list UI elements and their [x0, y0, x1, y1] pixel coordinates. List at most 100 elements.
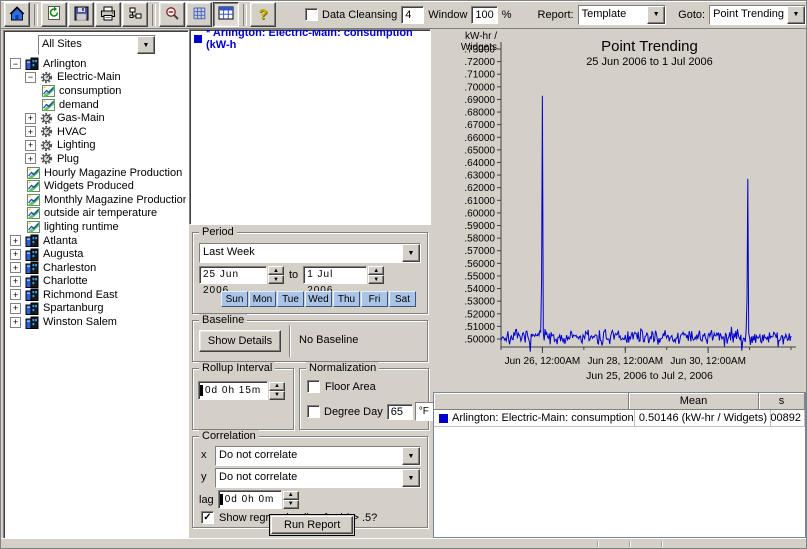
tree-item-electric-main[interactable]: −Electric-Main — [6, 71, 186, 85]
zoom-out-button[interactable] — [159, 2, 185, 27]
hierarchy-button[interactable] — [122, 2, 148, 27]
tree-item-lighting[interactable]: +Lighting — [6, 139, 186, 153]
grid-button[interactable] — [186, 2, 212, 27]
expand-box-icon[interactable]: + — [10, 235, 21, 246]
tree-item-gas-main[interactable]: +Gas-Main — [6, 111, 186, 125]
refresh-button[interactable] — [41, 2, 67, 27]
stats-row[interactable]: Arlington: Electric-Main: consumption0.5… — [434, 410, 805, 427]
spin-down-icon[interactable]: ▼ — [368, 275, 384, 284]
report-select[interactable]: Template ▼ — [578, 5, 667, 25]
spin-down-icon[interactable]: ▼ — [269, 391, 285, 400]
expand-box-icon[interactable]: + — [25, 113, 36, 124]
show-details-button[interactable]: Show Details — [199, 330, 281, 352]
tree-item-plug[interactable]: +Plug — [6, 152, 186, 166]
svg-text:.64000: .64000 — [464, 158, 495, 169]
day-toggle-sun[interactable]: Sun — [221, 291, 248, 307]
day-toggle-mon[interactable]: Mon — [249, 291, 276, 307]
tree-item-label: Winston Salem — [43, 316, 117, 328]
svg-text:.55000: .55000 — [464, 271, 495, 282]
svg-text:.50000: .50000 — [464, 335, 495, 346]
chevron-down-icon[interactable]: ▼ — [137, 36, 155, 54]
chevron-down-icon[interactable]: ▼ — [647, 6, 665, 24]
rollup-spinner[interactable]: ▲▼ — [269, 382, 285, 400]
home-button[interactable] — [4, 2, 30, 27]
tree-item-label: Hourly Magazine Production — [44, 167, 182, 179]
spin-up-icon[interactable]: ▲ — [268, 266, 284, 275]
tree-item-charlotte[interactable]: + Charlotte — [6, 275, 186, 289]
correlate-y-select[interactable]: Do not correlate ▼ — [215, 468, 421, 488]
tree-item-widgets-produced[interactable]: Widgets Produced — [6, 179, 186, 193]
collapse-box-icon[interactable]: − — [25, 72, 36, 83]
expand-box-icon[interactable]: + — [25, 126, 36, 137]
end-date-input[interactable]: 1 Jul 2006 — [303, 266, 367, 284]
spin-up-icon[interactable]: ▲ — [368, 266, 384, 275]
chevron-down-icon[interactable]: ▼ — [402, 469, 420, 487]
stats-header-mean: Mean — [629, 393, 759, 410]
help-button[interactable]: ? — [250, 2, 276, 27]
expand-box-icon[interactable]: + — [25, 153, 36, 164]
floor-area-checkbox[interactable] — [307, 380, 320, 393]
percent-input[interactable]: 100 — [471, 6, 497, 24]
correlate-x-select[interactable]: Do not correlate ▼ — [215, 446, 421, 466]
baseline-divider — [289, 325, 290, 357]
degree-day-checkbox[interactable] — [307, 405, 320, 418]
tree-item-augusta[interactable]: +Augusta — [6, 247, 186, 261]
tree-item-winston-salem[interactable]: + Winston Salem — [6, 315, 186, 329]
goto-select[interactable]: Point Trending ▼ — [709, 5, 806, 25]
tree-item-lighting-runtime[interactable]: lighting runtime — [6, 220, 186, 234]
collapse-box-icon[interactable]: − — [10, 58, 21, 69]
tree-item-demand[interactable]: demand — [6, 98, 186, 112]
spin-up-icon[interactable]: ▲ — [269, 382, 285, 391]
end-date-spinner[interactable]: ▲▼ — [368, 266, 384, 284]
spin-down-icon[interactable]: ▼ — [283, 500, 299, 509]
lag-input[interactable]: 0d 0h 0m — [218, 490, 282, 509]
tree-item-spartanburg[interactable]: +Spartanburg — [6, 302, 186, 316]
tree-item-hourly-magazine-production[interactable]: Hourly Magazine Production — [6, 166, 186, 180]
tree-item-consumption[interactable]: consumption — [6, 84, 186, 98]
period-preset-select[interactable]: Last Week ▼ — [199, 243, 421, 263]
run-report-button[interactable]: Run Report — [269, 514, 355, 536]
data-cleansing-checkbox[interactable] — [305, 8, 318, 21]
expand-box-icon[interactable]: + — [10, 289, 21, 300]
tree-item-charleston[interactable]: + Charleston — [6, 261, 186, 275]
tree-item-atlanta[interactable]: +Atlanta — [6, 234, 186, 248]
svg-text:.65000: .65000 — [464, 145, 495, 156]
chevron-down-icon[interactable]: ▼ — [787, 6, 805, 24]
rollup-interval-input[interactable]: 0d 0h 15m — [198, 381, 268, 400]
start-date-input[interactable]: 25 Jun 2006 — [199, 266, 267, 284]
day-toggle-fri[interactable]: Fri — [361, 291, 388, 307]
tree-item-richmond-east[interactable]: +Richmond East — [6, 288, 186, 302]
tree-item-arlington[interactable]: −Arlington — [6, 57, 186, 71]
site-filter-select[interactable]: All Sites ▼ — [38, 35, 156, 55]
selected-point-item[interactable]: * Arlington: Electric-Main: consumption … — [190, 30, 430, 46]
print-button[interactable] — [95, 2, 121, 27]
window-input[interactable]: 4 — [401, 6, 424, 24]
chevron-down-icon[interactable]: ▼ — [402, 447, 420, 465]
day-toggle-thu[interactable]: Thu — [333, 291, 360, 307]
day-toggle-sat[interactable]: Sat — [389, 291, 416, 307]
spin-up-icon[interactable]: ▲ — [283, 491, 299, 500]
chevron-down-icon[interactable]: ▼ — [402, 244, 420, 262]
save-button[interactable] — [68, 2, 94, 27]
lag-spinner[interactable]: ▲▼ — [283, 491, 299, 509]
expand-box-icon[interactable]: + — [25, 140, 36, 151]
expand-box-icon[interactable]: + — [10, 303, 21, 314]
tree-item-label: Charleston — [43, 262, 96, 274]
degree-day-input[interactable]: 65 — [387, 404, 413, 420]
expand-box-icon[interactable]: + — [10, 276, 21, 287]
start-date-spinner[interactable]: ▲▼ — [268, 266, 284, 284]
tree-item-outside-air-temperature[interactable]: outside air temperature — [6, 207, 186, 221]
regression-checkbox[interactable]: ✓ — [201, 511, 214, 524]
day-toggle-tue[interactable]: Tue — [277, 291, 304, 307]
spin-down-icon[interactable]: ▼ — [268, 275, 284, 284]
tree-item-monthly-magazine-production[interactable]: Monthly Magazine Production — [6, 193, 186, 207]
tree-item-label: demand — [59, 99, 99, 111]
expand-box-icon[interactable]: + — [10, 262, 21, 273]
day-toggle-wed[interactable]: Wed — [305, 291, 332, 307]
expand-box-icon[interactable]: + — [10, 249, 21, 260]
building-icon — [25, 316, 39, 329]
tree-item-label: Charlotte — [43, 275, 88, 287]
expand-box-icon[interactable]: + — [10, 317, 21, 328]
tree-item-hvac[interactable]: +HVAC — [6, 125, 186, 139]
table-button[interactable] — [213, 2, 239, 27]
